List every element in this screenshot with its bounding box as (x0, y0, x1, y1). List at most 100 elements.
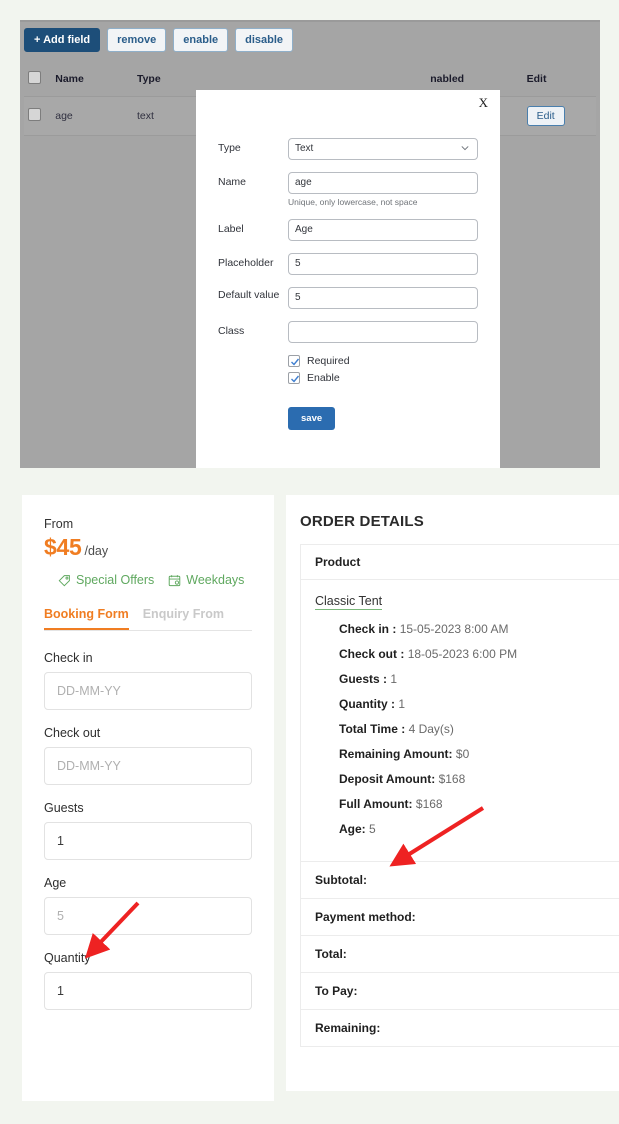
from-label: From (44, 517, 74, 531)
attribute-age: Age: 5 (339, 822, 605, 836)
attribute-total-time: Total Time : 4 Day(s) (339, 722, 605, 736)
class-input[interactable] (288, 321, 478, 343)
field-group-check-out: Check out DD-MM-YY (44, 726, 252, 785)
attribute-quantity: Quantity : 1 (339, 697, 605, 711)
required-checkbox-row[interactable]: Required (288, 355, 478, 367)
product-name-link[interactable]: Classic Tent (315, 594, 383, 610)
default-value-field: 5 (288, 287, 478, 309)
attribute-full-amount: Full Amount: $168 (339, 797, 605, 811)
add-field-button[interactable]: + Add field (24, 28, 101, 53)
order-details-table: Product Classic Tent Check in : 15-05-20… (300, 544, 619, 1047)
enable-button[interactable]: enable (173, 28, 229, 53)
placeholder-field: 5 (288, 253, 478, 275)
column-header-edit: Edit (522, 62, 596, 97)
order-details-title: ORDER DETAILS (300, 513, 424, 530)
weekdays-label: Weekdays (186, 573, 245, 587)
tab-booking-form[interactable]: Booking Form (44, 607, 129, 630)
attribute-value: 5 (369, 822, 376, 836)
check-in-label: Check in (44, 651, 93, 665)
panel-top-divider (20, 20, 600, 22)
frontend-preview: From $45/day Special Offers Weekdays Boo… (0, 495, 619, 1124)
field-group-guests: Guests 1 (44, 801, 252, 860)
badges-row: Special Offers Weekdays (58, 573, 252, 587)
disable-button[interactable]: disable (235, 28, 294, 53)
chevron-down-icon (461, 146, 469, 151)
close-icon[interactable]: X (479, 96, 488, 109)
form-tabs: Booking Form Enquiry From (44, 607, 252, 631)
attribute-remaining-amount: Remaining Amount: $0 (339, 747, 605, 761)
placeholder-input[interactable]: 5 (288, 253, 478, 275)
default-value-input[interactable]: 5 (288, 287, 478, 309)
price-line: $45/day (44, 534, 252, 561)
attribute-check-out: Check out : 18-05-2023 6:00 PM (339, 647, 605, 661)
attribute-check-in: Check in : 15-05-2023 8:00 AM (339, 622, 605, 636)
booking-form-card: From $45/day Special Offers Weekdays Boo… (22, 495, 274, 1101)
attribute-value: $0 (455, 747, 470, 761)
type-field: Text (288, 138, 478, 160)
type-select[interactable]: Text (288, 138, 478, 160)
edit-field-form: Type Text Name age Unique, only lowercas… (218, 138, 478, 430)
enable-checkbox[interactable] (288, 372, 300, 384)
save-button[interactable]: save (288, 407, 336, 430)
check-in-input[interactable]: DD-MM-YY (44, 672, 252, 710)
field-group-quantity: Quantity 1 (44, 951, 252, 1010)
admin-field-manager-panel: + Add field remove enable disable Name T… (20, 20, 600, 468)
special-offers-badge[interactable]: Special Offers (58, 573, 154, 587)
field-group-age: Age 5 (44, 876, 252, 935)
summary-row-subtotal: Subtotal: (301, 861, 619, 898)
enable-label: Enable (307, 372, 340, 384)
attribute-key: Age: (339, 822, 366, 836)
attribute-key: Check out : (339, 647, 405, 661)
attribute-value: 15-05-2023 8:00 AM (399, 622, 509, 636)
price-unit: /day (84, 544, 109, 558)
quantity-input[interactable]: 1 (44, 972, 252, 1010)
tab-enquiry-form[interactable]: Enquiry From (143, 607, 224, 630)
label-field: Age (288, 219, 478, 241)
label-label: Label (218, 223, 244, 235)
guests-input[interactable]: 1 (44, 822, 252, 860)
age-label: Age (44, 876, 67, 890)
select-all-header (24, 62, 52, 97)
age-input[interactable]: 5 (44, 897, 252, 935)
enable-checkbox-row[interactable]: Enable (288, 372, 478, 384)
row-checkbox[interactable] (28, 108, 41, 121)
name-label: Name (218, 176, 247, 188)
attribute-key: Check in : (339, 622, 397, 636)
weekdays-badge[interactable]: Weekdays (168, 573, 244, 587)
name-hint: Unique, only lowercase, not space (288, 197, 418, 207)
form-row-type: Type Text (218, 138, 478, 160)
product-column-header: Product (301, 545, 619, 580)
edit-row-button[interactable]: Edit (526, 106, 565, 126)
attribute-key: Remaining Amount: (339, 747, 453, 761)
tag-icon (58, 574, 70, 586)
calendar-icon (169, 574, 181, 586)
class-field (288, 321, 478, 343)
check-out-input[interactable]: DD-MM-YY (44, 747, 252, 785)
placeholder-label: Placeholder (218, 257, 274, 269)
checkmark-icon (291, 358, 300, 366)
attribute-key: Total Time : (339, 722, 406, 736)
label-input[interactable]: Age (288, 219, 478, 241)
column-header-name[interactable]: Name (51, 62, 133, 97)
price-amount: $45 (44, 534, 82, 560)
form-row-placeholder: Placeholder 5 (218, 253, 478, 275)
attribute-value: $168 (438, 772, 466, 786)
remove-button[interactable]: remove (107, 28, 167, 53)
required-checkbox[interactable] (288, 355, 300, 367)
check-out-label: Check out (44, 726, 101, 740)
name-input[interactable]: age (288, 172, 478, 194)
select-all-checkbox[interactable] (28, 71, 41, 84)
cell-field-name: age (51, 96, 133, 136)
attribute-guests: Guests : 1 (339, 672, 605, 686)
field-group-check-in: Check in DD-MM-YY (44, 651, 252, 710)
type-label: Type (218, 142, 241, 154)
special-offers-label: Special Offers (76, 573, 155, 587)
row-select-cell (24, 96, 52, 136)
attribute-value: 1 (398, 697, 406, 711)
attribute-key: Guests : (339, 672, 388, 686)
product-details-body: Classic Tent Check in : 15-05-2023 8:00 … (301, 580, 619, 861)
attribute-key: Quantity : (339, 697, 395, 711)
summary-row-total: Total: (301, 935, 619, 972)
name-field: age Unique, only lowercase, not space (288, 172, 478, 207)
summary-row-payment-method: Payment method: (301, 898, 619, 935)
